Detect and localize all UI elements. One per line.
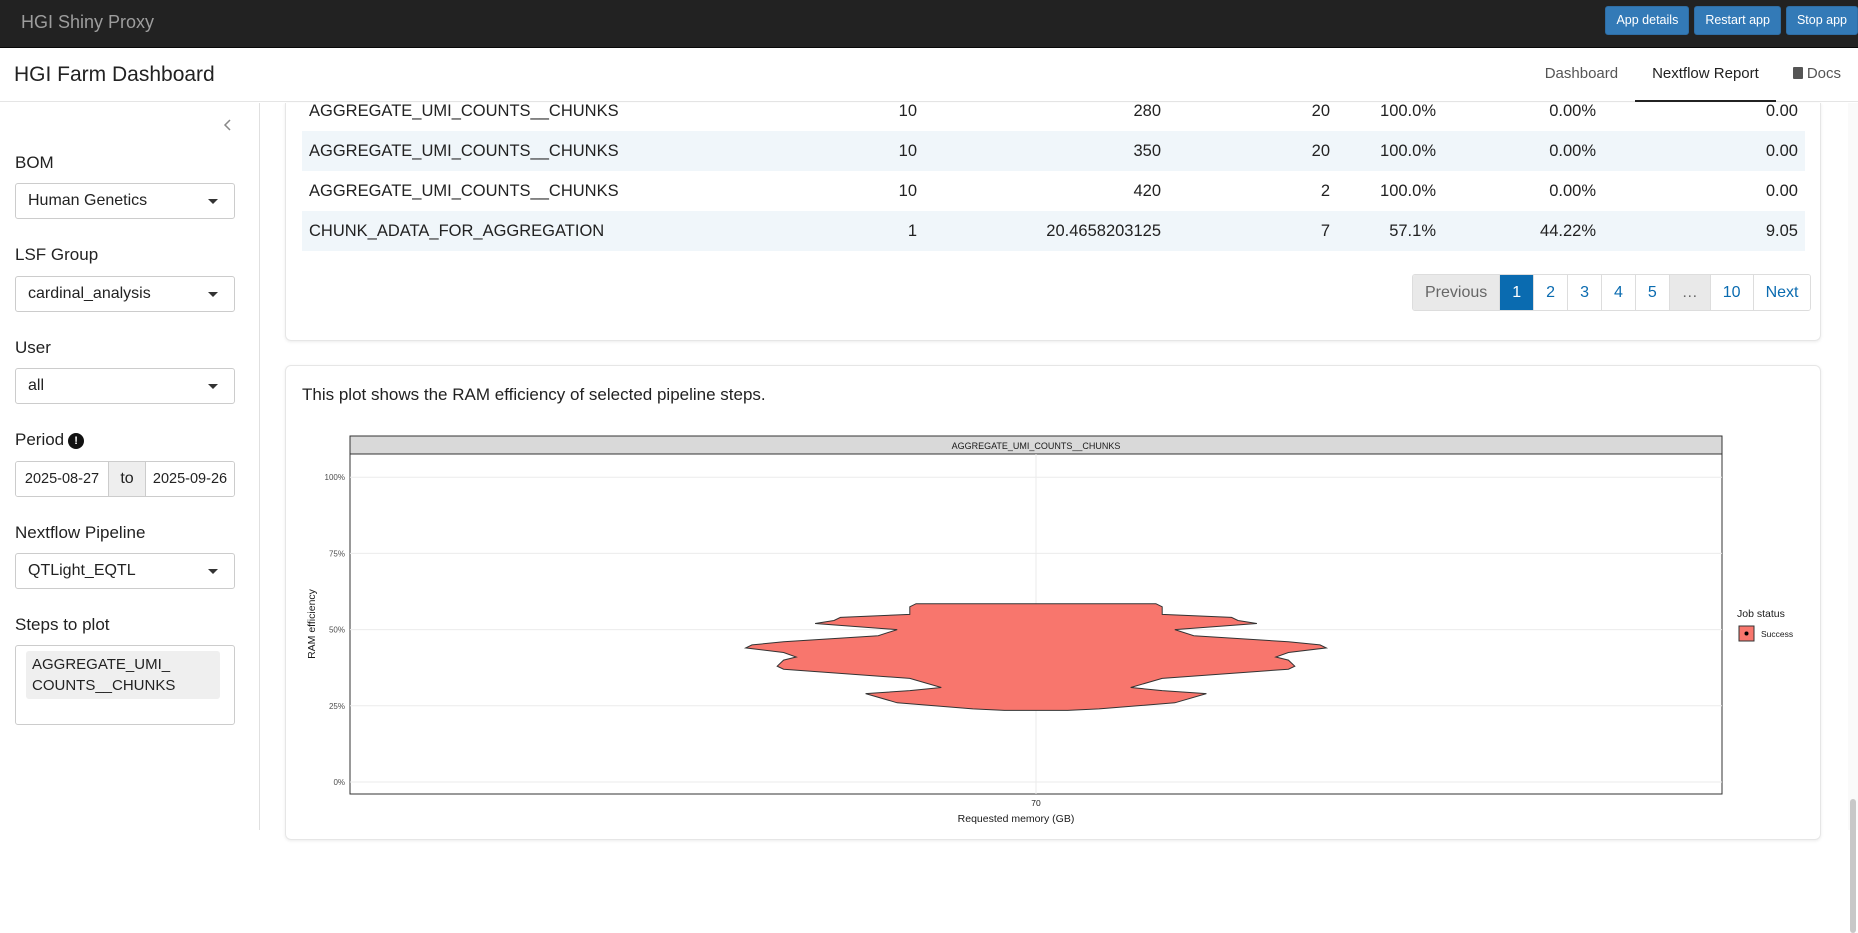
steps-label: Steps to plot [15,615,110,635]
scrollbar-thumb[interactable] [1850,799,1856,933]
restart-app-button[interactable]: Restart app [1694,6,1781,35]
y-axis-label: RAM efficiency [306,588,318,659]
table-cell: 280 [924,91,1168,131]
y-tick-label: 100% [325,473,345,482]
table-cell: 0.00 [1603,91,1805,131]
table-cell: AGGREGATE_UMI_COUNTS__CHUNKS [302,171,842,211]
table-cell: 0.00 [1603,131,1805,171]
bom-label: BOM [15,153,54,173]
y-tick-label: 25% [329,702,345,711]
y-tick-label: 50% [329,626,345,635]
pipeline-value: QTLight_EQTL [28,562,136,579]
info-icon[interactable]: ! [68,433,84,449]
table-cell: 44.22% [1443,211,1603,251]
app-details-button[interactable]: App details [1605,6,1689,35]
pipeline-label: Nextflow Pipeline [15,523,145,543]
period-to-label: to [108,462,146,496]
user-label: User [15,338,51,358]
ram-efficiency-plot: AGGREGATE_UMI_COUNTS__CHUNKS 0% 25% 50% 75%… [300,430,1820,830]
legend-entry-success: Success [1761,629,1793,639]
caret-down-icon [208,292,218,297]
table-cell: 20 [1168,131,1337,171]
table-cell: 10 [842,131,924,171]
steps-multiselect[interactable]: AGGREGATE_UMI_ COUNTS__CHUNKS [15,645,235,725]
table-cell: 20 [1168,91,1337,131]
table-cell: 0.00 [1603,171,1805,211]
y-tick-label: 75% [329,549,345,558]
steps-table: AGGREGATE_UMI_COUNTS__CHUNKS1028020100.0… [302,91,1805,251]
table-cell: 7 [1168,211,1337,251]
bom-value: Human Genetics [28,192,147,209]
table-row: AGGREGATE_UMI_COUNTS__CHUNKS104202100.0%… [302,171,1805,211]
period-end-input[interactable] [146,462,234,496]
caret-down-icon [208,199,218,204]
facet-title: AGGREGATE_UMI_COUNTS__CHUNKS [952,441,1121,451]
table-cell: 420 [924,171,1168,211]
caret-down-icon [208,384,218,389]
bom-select[interactable]: Human Genetics [15,183,235,219]
legend-title: Job status [1737,608,1785,620]
page-title: HGI Farm Dashboard [14,63,215,87]
page-4[interactable]: 4 [1602,275,1636,310]
table-cell: 20.4658203125 [924,211,1168,251]
table-cell: CHUNK_ADATA_FOR_AGGREGATION [302,211,842,251]
table-cell: 57.1% [1337,211,1443,251]
nav-docs-label: Docs [1807,65,1841,82]
page-scrollbar[interactable] [1848,103,1858,830]
book-icon [1793,67,1803,79]
page-3[interactable]: 3 [1568,275,1602,310]
lsf-group-select[interactable]: cardinal_analysis [15,276,235,312]
period-daterange: to [15,461,235,497]
table-cell: 1 [842,211,924,251]
table-row: AGGREGATE_UMI_COUNTS__CHUNKS1035020100.0… [302,131,1805,171]
plot-description: This plot shows the RAM efficiency of se… [302,385,766,405]
page-next[interactable]: Next [1754,275,1811,310]
lsf-group-label: LSF Group [15,245,98,265]
table-cell: 0.00% [1443,131,1603,171]
period-label-text: Period [15,430,64,449]
table-cell: 100.0% [1337,171,1443,211]
period-start-input[interactable] [16,462,108,496]
table-cell: 2 [1168,171,1337,211]
table-cell: 10 [842,171,924,211]
table-cell: 350 [924,131,1168,171]
x-tick-label: 70 [1031,798,1041,808]
shinyproxy-topbar: HGI Shiny Proxy App details Restart app … [0,0,1858,48]
table-cell: 100.0% [1337,131,1443,171]
user-value: all [28,377,44,394]
page-5[interactable]: 5 [1636,275,1670,310]
chevron-left-icon[interactable] [221,118,235,132]
page-previous[interactable]: Previous [1413,275,1500,310]
y-tick-label: 0% [333,778,345,787]
table-cell: 0.00% [1443,91,1603,131]
lsf-group-value: cardinal_analysis [28,285,151,302]
table-row: AGGREGATE_UMI_COUNTS__CHUNKS1028020100.0… [302,91,1805,131]
stop-app-button[interactable]: Stop app [1786,6,1858,35]
table-cell: 10 [842,91,924,131]
user-select[interactable]: all [15,368,235,404]
pagination: Previous 1 2 3 4 5 … 10 Next [1412,274,1811,311]
page-ellipsis: … [1670,275,1711,310]
table-cell: 9.05 [1603,211,1805,251]
page-2[interactable]: 2 [1534,275,1568,310]
page-10[interactable]: 10 [1711,275,1754,310]
selected-step-tag[interactable]: AGGREGATE_UMI_ COUNTS__CHUNKS [26,651,220,699]
caret-down-icon [208,569,218,574]
table-cell: 0.00% [1443,171,1603,211]
table-cell: AGGREGATE_UMI_COUNTS__CHUNKS [302,91,842,131]
table-row: CHUNK_ADATA_FOR_AGGREGATION120.465820312… [302,211,1805,251]
period-label: Period! [15,430,84,450]
legend-key-dot [1745,632,1749,636]
table-cell: AGGREGATE_UMI_COUNTS__CHUNKS [302,131,842,171]
brand-title: HGI Shiny Proxy [21,12,154,33]
page-1[interactable]: 1 [1500,275,1534,310]
pipeline-select[interactable]: QTLight_EQTL [15,553,235,589]
table-cell: 100.0% [1337,91,1443,131]
x-axis-label: Requested memory (GB) [958,813,1075,825]
